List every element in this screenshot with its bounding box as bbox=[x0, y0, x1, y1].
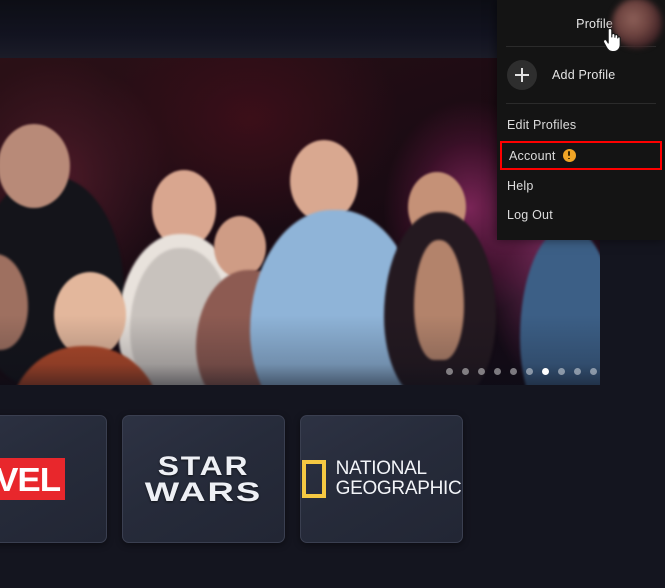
warning-icon bbox=[562, 149, 576, 162]
disney-plus-app-window: VEL STAR WARS NATIONAL GEOGRAPHIC Profil… bbox=[0, 0, 665, 588]
star-wars-logo-icon: STAR WARS bbox=[145, 452, 260, 505]
national-geographic-logo-icon: NATIONAL GEOGRAPHIC bbox=[301, 459, 462, 499]
add-profile-button[interactable]: Add Profile bbox=[497, 47, 665, 103]
profile-header-label: Profile bbox=[576, 17, 613, 31]
menu-item-label: Account bbox=[509, 148, 556, 163]
carousel-dot-8[interactable] bbox=[574, 368, 581, 375]
profile-menu-items: Edit Profiles Account Help Log Out bbox=[497, 104, 665, 228]
brand-tile-marvel[interactable]: VEL bbox=[0, 415, 107, 543]
carousel-dot-4[interactable] bbox=[510, 368, 517, 375]
carousel-dot-7[interactable] bbox=[558, 368, 565, 375]
menu-item-log-out[interactable]: Log Out bbox=[497, 202, 665, 228]
add-profile-label: Add Profile bbox=[552, 68, 616, 82]
user-avatar-icon[interactable] bbox=[612, 0, 662, 48]
menu-item-help[interactable]: Help bbox=[497, 173, 665, 199]
star-wars-logo-line1: STAR bbox=[157, 450, 250, 481]
carousel-dot-1[interactable] bbox=[462, 368, 469, 375]
plus-icon bbox=[507, 60, 537, 90]
menu-item-account[interactable]: Account bbox=[500, 141, 662, 170]
carousel-dot-5[interactable] bbox=[526, 368, 533, 375]
brand-tiles-row: VEL STAR WARS NATIONAL GEOGRAPHIC bbox=[0, 415, 463, 543]
natgeo-logo-line2: GEOGRAPHIC bbox=[335, 478, 462, 499]
carousel-dot-6[interactable] bbox=[542, 368, 549, 375]
profile-dropdown-menu: Profile Add Profile Edit Profiles Account… bbox=[497, 0, 665, 240]
marvel-logo-icon: VEL bbox=[0, 458, 66, 500]
carousel-dot-3[interactable] bbox=[494, 368, 501, 375]
marvel-logo-text: VEL bbox=[0, 461, 61, 498]
profile-menu-header[interactable]: Profile bbox=[497, 0, 665, 48]
natgeo-logo-text: NATIONAL GEOGRAPHIC bbox=[336, 459, 462, 499]
natgeo-logo-line1: NATIONAL bbox=[335, 458, 428, 480]
brand-tile-star-wars[interactable]: STAR WARS bbox=[122, 415, 285, 543]
carousel-dot-9[interactable] bbox=[590, 368, 597, 375]
brand-tile-national-geographic[interactable]: NATIONAL GEOGRAPHIC bbox=[300, 415, 463, 543]
natgeo-yellow-frame-icon bbox=[301, 460, 326, 498]
menu-item-edit-profiles[interactable]: Edit Profiles bbox=[497, 112, 665, 138]
menu-item-label: Help bbox=[507, 179, 534, 193]
carousel-dot-0[interactable] bbox=[446, 368, 453, 375]
carousel-dot-2[interactable] bbox=[478, 368, 485, 375]
menu-item-label: Log Out bbox=[507, 208, 553, 222]
menu-item-label: Edit Profiles bbox=[507, 118, 577, 132]
carousel-dots[interactable] bbox=[446, 368, 597, 375]
star-wars-logo-line2: WARS bbox=[144, 476, 263, 507]
